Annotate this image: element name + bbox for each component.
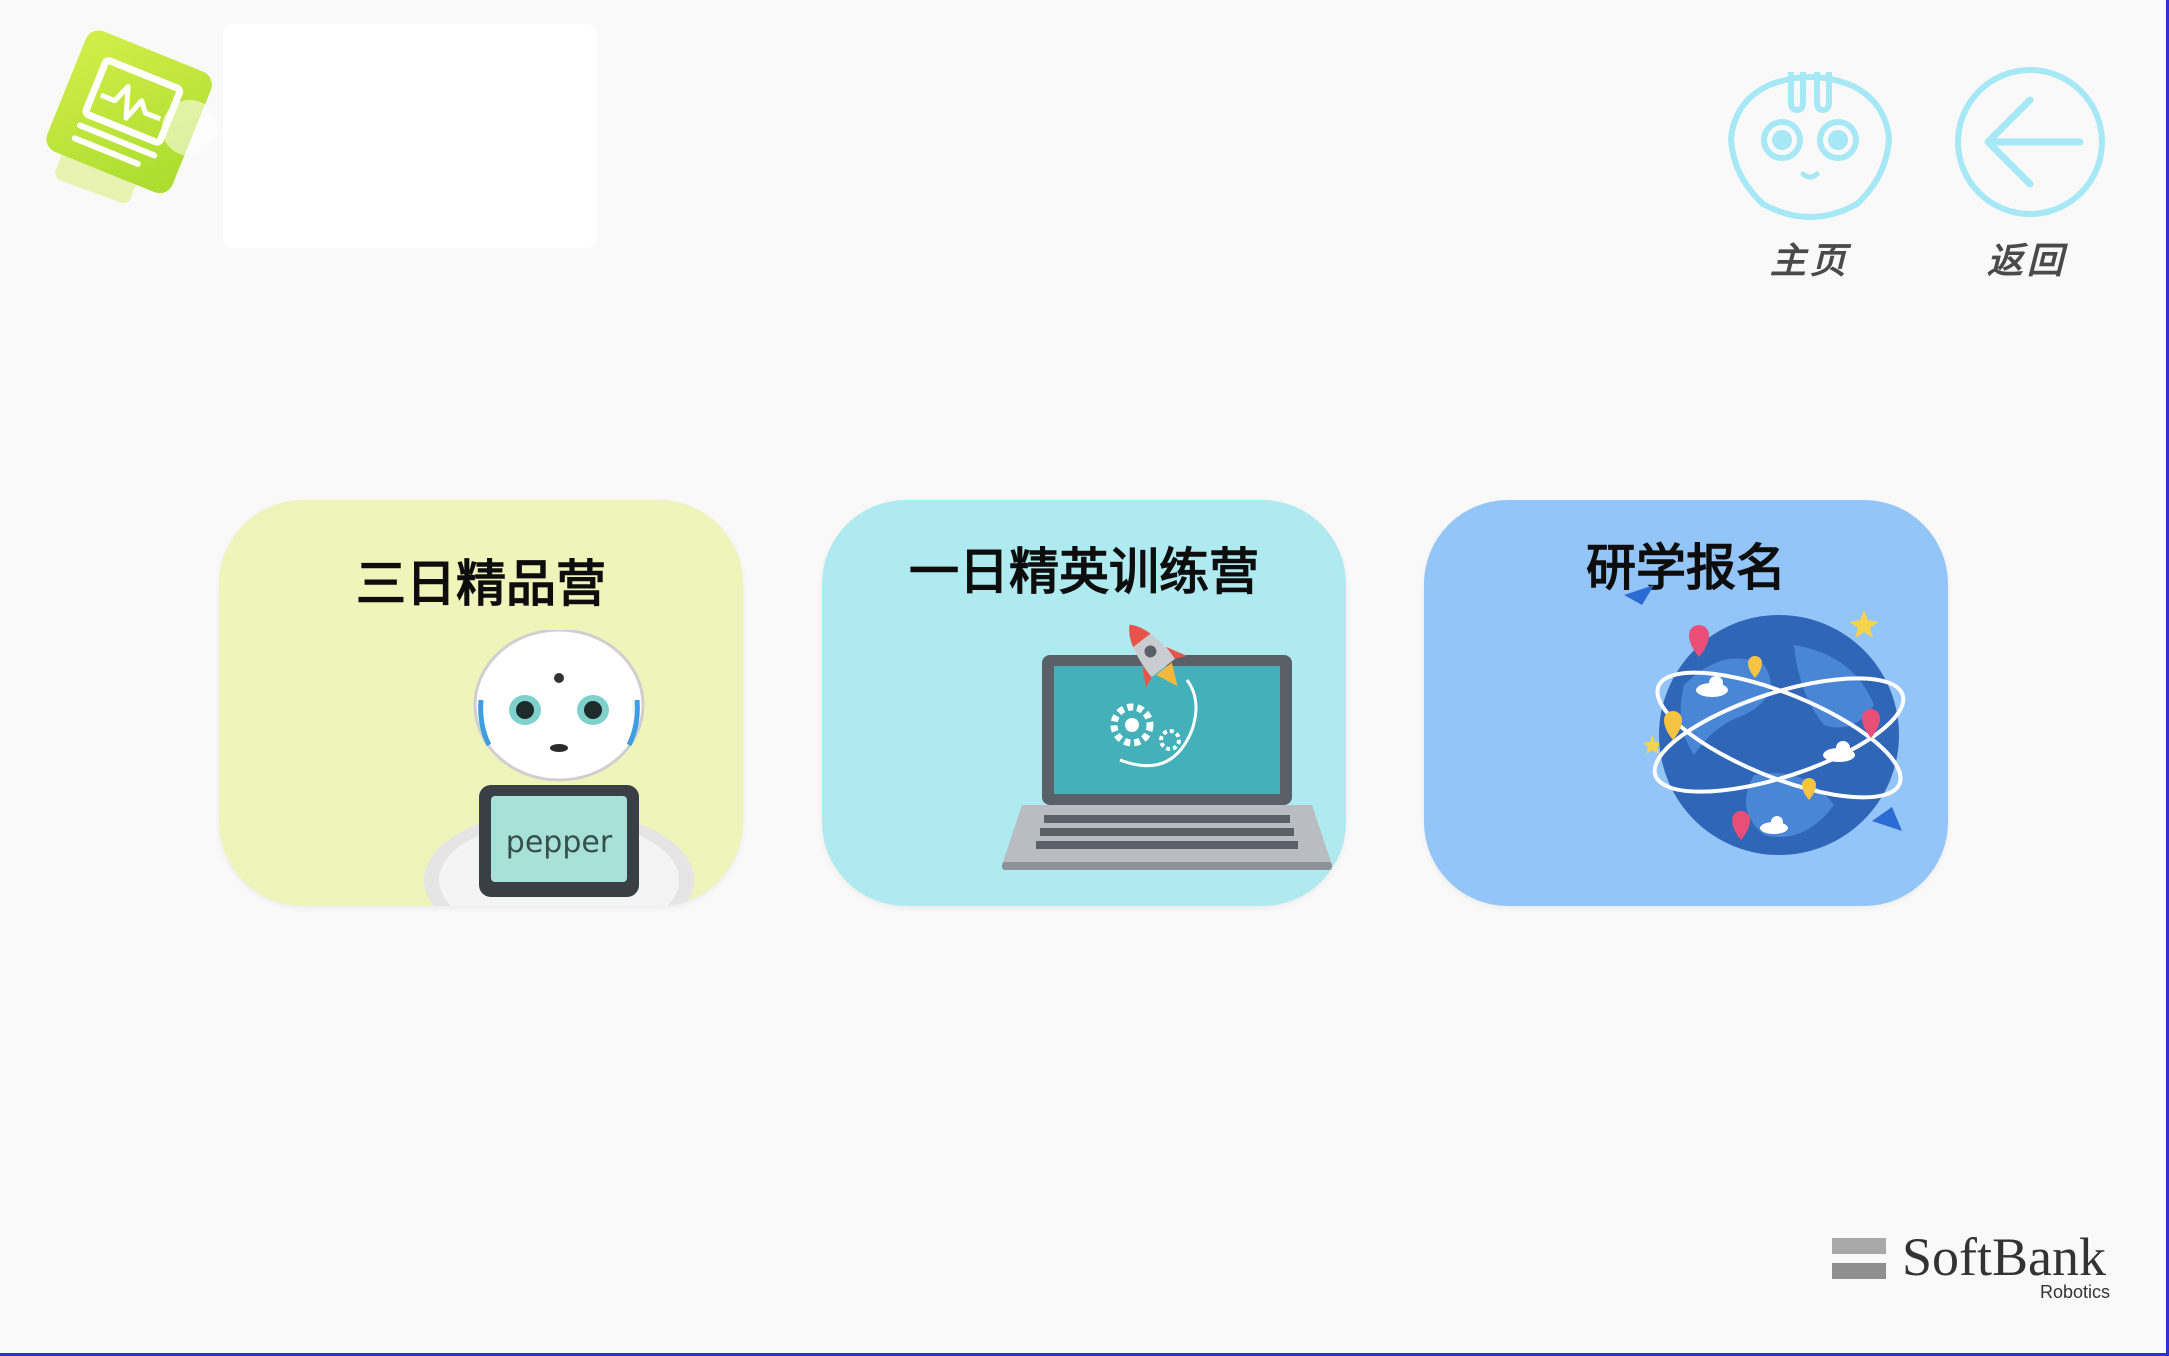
globe-map-pins-icon <box>1624 585 1906 855</box>
tablet-screen-text: pepper <box>506 825 613 860</box>
home-robot-icon <box>1727 72 1893 220</box>
card-title: 一日精英训练营 <box>909 543 1259 601</box>
home-button[interactable]: 主页 <box>1720 60 1900 290</box>
home-label: 主页 <box>1769 241 1850 282</box>
laptop-rocket-icon <box>1002 624 1332 870</box>
card-three-day-camp[interactable]: 三日精品营 pepper <box>219 500 743 906</box>
app-logo-icon <box>38 30 228 210</box>
brand-name: SoftBank <box>1902 1227 2107 1287</box>
brand-bars-icon <box>1832 1238 1886 1288</box>
softbank-robotics-logo: SoftBank Robotics <box>1832 1227 2122 1306</box>
header-panel <box>223 24 597 248</box>
card-title: 三日精品营 <box>356 555 606 613</box>
back-button[interactable]: 返回 <box>1937 60 2117 290</box>
back-label: 返回 <box>1986 241 2067 282</box>
back-arrow-icon <box>1955 67 2105 217</box>
card-study-tour-signup[interactable]: 研学报名 <box>1424 500 1948 906</box>
card-one-day-training[interactable]: 一日精英训练营 <box>822 500 1346 906</box>
brand-sub: Robotics <box>2039 1282 2110 1302</box>
pepper-robot-icon: pepper <box>424 630 694 906</box>
